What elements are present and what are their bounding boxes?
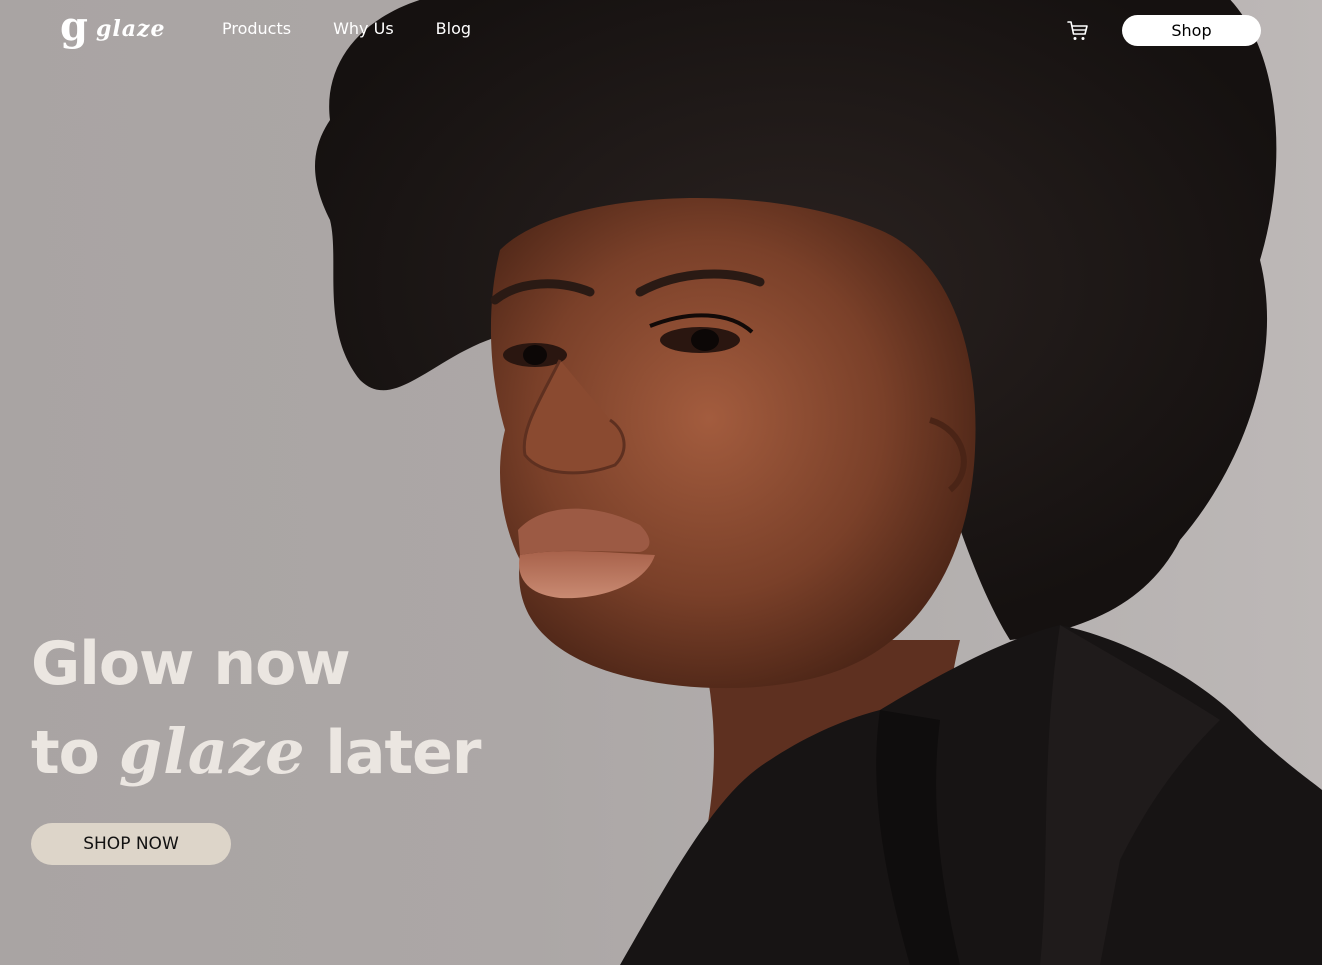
shop-button[interactable]: Shop	[1122, 15, 1261, 46]
hero-headline: Glow now to glaze later	[31, 620, 481, 797]
headline-line-2: to glaze later	[31, 708, 481, 797]
hero-portrait-image	[315, 0, 1322, 965]
headline-brand-word: glaze	[118, 715, 306, 788]
svg-text:glaze: glaze	[96, 16, 164, 42]
nav-link-products[interactable]: Products	[222, 19, 291, 38]
headline-to-text: to	[31, 718, 119, 788]
headline-line-1: Glow now	[31, 629, 351, 699]
nav-link-why-us[interactable]: Why Us	[333, 19, 394, 38]
shop-now-button[interactable]: SHOP NOW	[31, 823, 231, 865]
main-nav: Products Why Us Blog	[222, 19, 471, 38]
glaze-logo[interactable]: g glaze	[60, 6, 164, 56]
landing-page: g glaze Products Why Us Blog Shop Glow n…	[0, 0, 1322, 965]
headline-later-text: later	[305, 718, 481, 788]
nav-link-blog[interactable]: Blog	[436, 19, 471, 38]
svg-text:g: g	[60, 6, 88, 50]
top-navbar: g glaze Products Why Us Blog Shop	[0, 0, 1322, 62]
cart-icon[interactable]	[1066, 19, 1090, 43]
